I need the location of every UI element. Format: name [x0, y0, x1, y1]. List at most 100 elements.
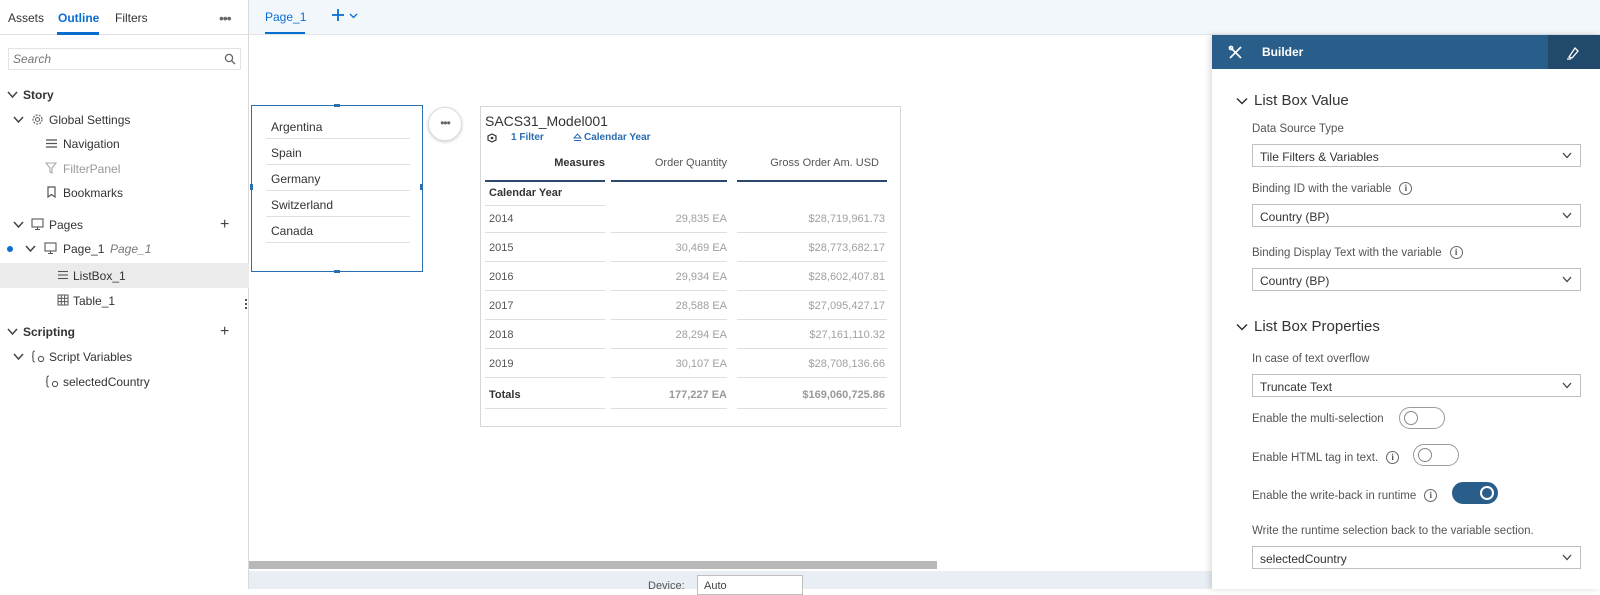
- tree-item-navigation[interactable]: Navigation: [0, 131, 249, 156]
- row-divider: [737, 377, 887, 378]
- cell-gross-order: $28,602,407.81: [808, 271, 885, 283]
- row-divider: [611, 290, 727, 291]
- tree-item-page-1[interactable]: Page_1 Page_1: [0, 236, 249, 261]
- panel-tabs: Assets Outline Filters •••: [0, 0, 249, 35]
- chevron-down-icon[interactable]: [7, 89, 18, 100]
- filter-chip[interactable]: 1 Filter: [511, 132, 544, 143]
- binding-id-dropdown[interactable]: Country (BP): [1252, 204, 1581, 227]
- chevron-down-icon[interactable]: [13, 351, 24, 362]
- tools-icon[interactable]: [1228, 45, 1243, 60]
- tree-item-script-variables[interactable]: Script Variables: [0, 344, 249, 369]
- device-label: Device:: [648, 580, 685, 592]
- chevron-down-icon[interactable]: [7, 326, 18, 337]
- tree-label-selected-country: selectedCountry: [63, 375, 150, 389]
- write-back-label: Enable the write-back in runtime i: [1252, 489, 1438, 502]
- resize-handle-top[interactable]: [334, 104, 340, 107]
- resize-handle-bottom[interactable]: [334, 270, 340, 273]
- search-icon[interactable]: [224, 53, 236, 65]
- widget-more-button[interactable]: •••: [428, 107, 462, 141]
- row-divider: [485, 319, 605, 320]
- listbox-item[interactable]: Switzerland: [266, 191, 410, 217]
- header-measures[interactable]: Measures: [485, 157, 605, 169]
- cell-gross-order: $28,708,136.66: [808, 358, 885, 370]
- table-title: SACS31_Model001: [485, 113, 608, 129]
- tree-item-filterpanel[interactable]: FilterPanel: [0, 156, 249, 181]
- listbox-item[interactable]: Spain: [266, 139, 410, 165]
- data-source-value: Tile Filters & Variables: [1260, 150, 1379, 164]
- header-order-quantity[interactable]: Order Quantity: [611, 157, 727, 169]
- row-divider: [611, 408, 727, 409]
- resize-handle[interactable]: [245, 298, 248, 314]
- tree-label-page-1-alias: Page_1: [110, 242, 152, 256]
- menu-icon: [46, 139, 57, 148]
- overflow-dropdown[interactable]: Truncate Text: [1252, 374, 1581, 397]
- section-list-box-value[interactable]: List Box Value: [1236, 92, 1349, 109]
- resize-handle-right[interactable]: [420, 184, 423, 190]
- row-divider: [485, 348, 605, 349]
- row-label: 2015: [489, 242, 514, 254]
- tree-item-listbox-1[interactable]: ListBox_1: [0, 263, 249, 288]
- chevron-down-icon: [1562, 212, 1572, 219]
- binding-text-dropdown[interactable]: Country (BP): [1252, 268, 1581, 291]
- add-script-icon[interactable]: +: [220, 323, 229, 341]
- styling-tab[interactable]: [1548, 35, 1600, 69]
- chevron-down-icon[interactable]: [25, 243, 36, 254]
- tree-label-script-variables: Script Variables: [49, 350, 133, 364]
- info-icon[interactable]: i: [1424, 489, 1438, 502]
- add-page-icon[interactable]: +: [220, 216, 229, 234]
- chevron-down-icon: [1236, 97, 1248, 105]
- more-horizontal-icon[interactable]: •••: [219, 10, 232, 26]
- horizontal-scrollbar[interactable]: [249, 561, 937, 569]
- tree-item-story[interactable]: Story: [0, 82, 249, 107]
- filter-icon: [45, 162, 57, 174]
- tree-item-global-settings[interactable]: Global Settings: [0, 107, 249, 132]
- cell-order-qty: 30,469 EA: [675, 242, 727, 254]
- data-source-dropdown[interactable]: Tile Filters & Variables: [1252, 144, 1581, 167]
- active-page-dot: [7, 246, 13, 252]
- section-title: List Box Value: [1254, 92, 1349, 109]
- listbox-widget[interactable]: Argentina Spain Germany Switzerland Cana…: [250, 104, 423, 273]
- search-box: [8, 48, 241, 70]
- tree-item-scripting[interactable]: Scripting +: [0, 319, 249, 344]
- tab-page-1[interactable]: Page_1: [265, 10, 306, 24]
- header-underline: [485, 180, 605, 182]
- tree-item-selected-country[interactable]: selectedCountry: [0, 369, 249, 394]
- listbox-item[interactable]: Germany: [266, 165, 410, 191]
- script-variable-icon: [45, 375, 59, 388]
- info-icon[interactable]: i: [1386, 451, 1400, 464]
- listbox-item[interactable]: Canada: [266, 217, 410, 243]
- binding-id-label: Binding ID with the variable i: [1252, 182, 1413, 195]
- dimension-chip[interactable]: Calendar Year: [584, 132, 651, 143]
- info-icon[interactable]: i: [1399, 182, 1413, 195]
- list-icon: [58, 270, 68, 280]
- row-divider: [737, 408, 887, 409]
- runtime-variable-dropdown[interactable]: selectedCountry: [1252, 546, 1581, 569]
- info-icon[interactable]: i: [1449, 246, 1463, 259]
- tree-item-bookmarks[interactable]: Bookmarks: [0, 180, 249, 205]
- tab-filters[interactable]: Filters: [115, 11, 148, 25]
- write-back-toggle[interactable]: [1452, 482, 1498, 504]
- tree-item-table-1[interactable]: Table_1: [0, 288, 249, 313]
- multi-selection-toggle[interactable]: [1399, 407, 1445, 429]
- add-page-button[interactable]: [331, 8, 358, 22]
- binding-id-value: Country (BP): [1260, 210, 1330, 224]
- row-divider: [611, 319, 727, 320]
- listbox-item[interactable]: Argentina: [266, 113, 410, 139]
- tab-outline[interactable]: Outline: [58, 11, 99, 25]
- chevron-down-icon[interactable]: [13, 114, 24, 125]
- overflow-value: Truncate Text: [1260, 380, 1333, 394]
- html-tag-toggle[interactable]: [1413, 444, 1459, 466]
- chevron-down-icon: [1562, 554, 1572, 561]
- section-list-box-properties[interactable]: List Box Properties: [1236, 318, 1380, 335]
- paint-brush-icon: [1567, 46, 1579, 60]
- header-gross-order[interactable]: Gross Order Am. USD: [733, 157, 879, 169]
- device-select[interactable]: Auto: [697, 575, 803, 595]
- html-tag-label: Enable HTML tag in text. i: [1252, 451, 1400, 464]
- tree-item-pages[interactable]: Pages +: [0, 212, 249, 237]
- tab-assets[interactable]: Assets: [8, 11, 44, 25]
- totals-qty: 177,227 EA: [668, 389, 727, 401]
- chevron-down-icon[interactable]: [13, 219, 24, 230]
- table-widget[interactable]: SACS31_Model001 1 Filter Calendar Year M…: [480, 106, 901, 427]
- resize-handle-left[interactable]: [250, 184, 253, 190]
- search-input[interactable]: [9, 49, 209, 69]
